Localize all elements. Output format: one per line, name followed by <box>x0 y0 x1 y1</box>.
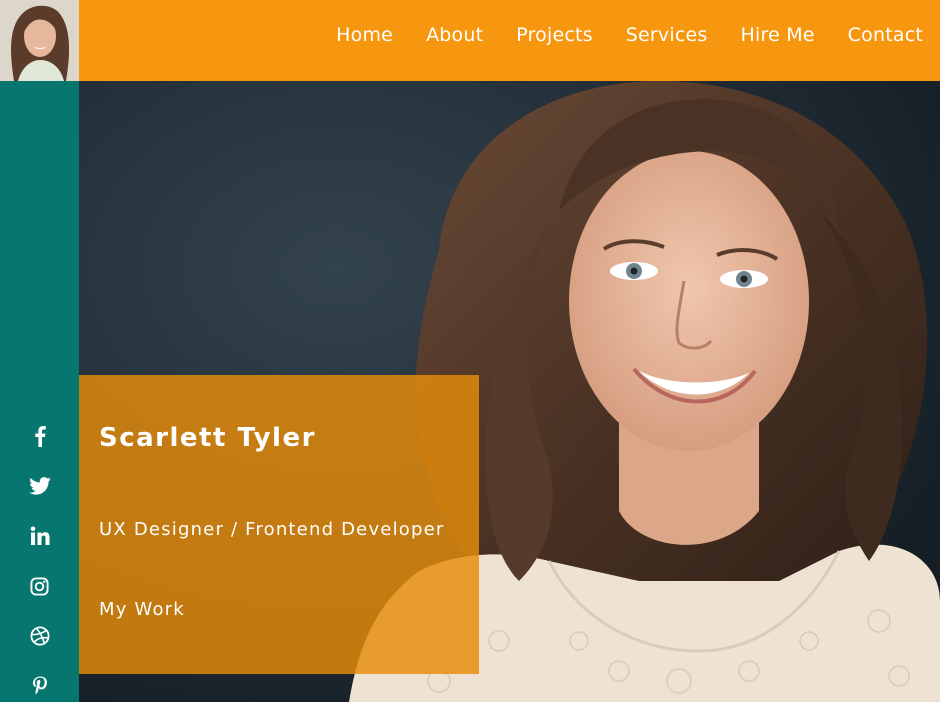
pinterest-link[interactable] <box>0 661 79 702</box>
sidebar <box>0 81 79 702</box>
top-nav-bar: Home About Projects Services Hire Me Con… <box>79 0 940 81</box>
dribbble-link[interactable] <box>0 611 79 661</box>
nav-home[interactable]: Home <box>336 24 393 46</box>
linkedin-icon <box>30 526 49 545</box>
facebook-icon <box>34 426 46 447</box>
profile-role: UX Designer / Frontend Developer <box>99 519 445 540</box>
twitter-link[interactable] <box>0 461 79 511</box>
profile-name: Scarlett Tyler <box>99 423 316 453</box>
instagram-link[interactable] <box>0 561 79 611</box>
nav-services[interactable]: Services <box>626 24 708 46</box>
facebook-link[interactable] <box>0 411 79 461</box>
avatar[interactable] <box>0 0 79 81</box>
my-work-link[interactable]: My Work <box>99 599 185 620</box>
avatar-photo <box>0 0 79 81</box>
linkedin-link[interactable] <box>0 511 79 561</box>
instagram-icon <box>30 576 49 596</box>
nav-about[interactable]: About <box>426 24 483 46</box>
main-nav: Home About Projects Services Hire Me Con… <box>336 0 940 70</box>
social-links <box>0 411 79 702</box>
nav-contact[interactable]: Contact <box>848 24 923 46</box>
intro-card: Scarlett Tyler UX Designer / Frontend De… <box>79 375 479 674</box>
dribbble-icon <box>29 626 50 646</box>
nav-projects[interactable]: Projects <box>516 24 593 46</box>
nav-hire-me[interactable]: Hire Me <box>741 24 815 46</box>
twitter-icon <box>28 477 51 495</box>
pinterest-icon <box>32 676 47 695</box>
